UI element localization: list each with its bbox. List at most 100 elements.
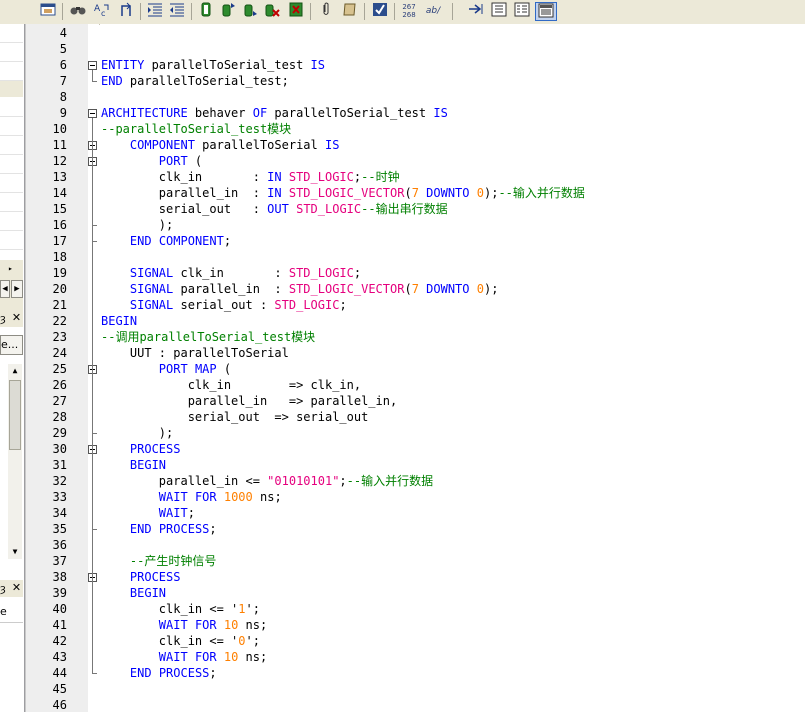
list-item[interactable] [0,98,23,117]
code-line[interactable]: SIGNAL clk_in : STD_LOGIC; [101,265,361,281]
scroll-up-icon[interactable]: ▲ [8,364,22,378]
code-line[interactable]: WAIT FOR 10 ns; [101,617,267,633]
panel-icon[interactable] [535,2,557,21]
list-item[interactable] [0,231,23,250]
attach-icon[interactable] [316,2,336,21]
code-token: IS [324,138,340,152]
window-icon[interactable] [38,2,58,21]
fold-toggle-icon[interactable] [88,61,97,70]
code-token: ARCHITECTURE [101,106,188,120]
word-wrap-icon[interactable]: ab/ [422,2,444,21]
code-line[interactable]: WAIT FOR 10 ns; [101,649,267,665]
list-item[interactable] [0,24,23,43]
code-line[interactable]: parallel_in : IN STD_LOGIC_VECTOR(7 DOWN… [101,185,585,201]
code-line[interactable]: BEGIN [101,585,166,601]
clear-icon[interactable] [286,2,306,21]
code-line[interactable]: WAIT FOR 1000 ns; [101,489,282,505]
code-line[interactable]: COMPONENT parallelToSerial IS [101,137,340,153]
code-line[interactable]: --调用parallelToSerial_test模块 [101,329,315,345]
code-line[interactable]: END PROCESS; [101,521,217,537]
scroll-icon[interactable] [340,2,360,21]
code-line[interactable]: clk_in <= '0'; [101,633,260,649]
indent-icon[interactable] [145,2,165,21]
bookmark-next-icon[interactable] [240,2,260,21]
code-line[interactable]: UUT : parallelToSerial [101,345,289,361]
code-line[interactable]: clk_in <= '1'; [101,601,260,617]
code-line[interactable]: --产生时钟信号 [101,553,216,569]
line-number: 31 [52,458,67,472]
close-icon[interactable]: ✕ [11,582,22,593]
code-line[interactable]: PORT MAP ( [101,361,231,377]
scroll-left-button[interactable]: ◀ [0,280,10,298]
code-line[interactable]: END parallelToSerial_test; [101,73,289,89]
bookmark-clear-icon[interactable] [262,2,282,21]
code-token: --parallelToSerial_test模块 [101,122,292,136]
panel-button[interactable]: e... [0,335,23,355]
list-item[interactable] [0,212,23,231]
fold-guide-end [92,241,97,242]
code-line[interactable]: ARCHITECTURE behaver OF parallelToSerial… [101,105,448,121]
list-item[interactable] [0,193,23,212]
code-line[interactable]: PORT ( [101,153,202,169]
panel-tab-2[interactable]: ȝ ✕ [0,580,23,597]
code-line[interactable]: ); [101,217,173,233]
code-line[interactable]: BEGIN [101,457,166,473]
outdent-icon[interactable] [167,2,187,21]
bookmark-prev-icon[interactable] [218,2,238,21]
code-line[interactable]: ENTITY parallelToSerial_test IS [101,57,325,73]
code-line[interactable]: clk_in => clk_in, [101,377,361,393]
code-token: serial_out => serial_out [101,410,369,424]
code-line[interactable]: PROCESS [101,569,181,585]
find-replace-icon[interactable]: Ac [92,2,112,21]
vertical-scrollbar[interactable]: ▲ ▼ [8,364,22,559]
code-token: ns; [238,650,268,664]
code-line[interactable]: PROCESS [101,441,181,457]
fold-toggle-icon[interactable] [88,109,97,118]
code-line[interactable]: serial_out => serial_out [101,409,369,425]
goto-icon[interactable] [116,2,136,21]
code-token: ( [187,154,203,168]
scroll-down-icon[interactable]: ▼ [8,545,22,559]
code-line[interactable]: --parallelToSerial_test模块 [101,121,291,137]
spellcheck-icon[interactable] [370,2,390,21]
code-token: END [129,234,152,248]
scroll-right-small-icon[interactable]: ▸ [8,264,13,273]
code-line[interactable]: WAIT; [101,505,195,521]
code-line[interactable]: parallel_in <= "01010101";--输入并行数据 [101,473,433,489]
code-line[interactable]: SIGNAL serial_out : STD_LOGIC; [101,297,347,313]
list-item[interactable] [0,174,23,193]
close-icon[interactable]: ✕ [11,312,22,323]
line-numbers-icon[interactable]: 267 268 [398,2,420,21]
find-icon[interactable] [68,2,88,21]
code-line[interactable]: END PROCESS; [101,665,217,681]
line-number: 35 [52,522,67,536]
line-number: 15 [52,202,67,216]
list-item[interactable] [0,117,23,136]
code-token: OF [252,106,268,120]
list-item[interactable] [0,43,23,62]
code-token: OUT [267,202,289,216]
code-line[interactable]: SIGNAL parallel_in : STD_LOGIC_VECTOR(7 … [101,281,499,297]
scroll-thumb[interactable] [9,380,21,450]
bookmark-icon[interactable] [196,2,216,21]
panel-tab[interactable]: ȝ ✕ [0,310,23,327]
code-token: PORT [158,362,188,376]
scroll-right-button[interactable]: ▶ [11,280,23,298]
line-number: 40 [52,602,67,616]
list-item[interactable] [0,155,23,174]
code-line[interactable]: clk_in : IN STD_LOGIC;--时钟 [101,169,400,185]
code-line[interactable]: END COMPONENT; [101,233,231,249]
panel-item[interactable]: e [0,602,23,623]
list-alt-icon[interactable] [512,2,532,21]
code-line[interactable]: serial_out : OUT STD_LOGIC--输出串行数据 [101,201,448,217]
code-line[interactable]: ); [101,425,173,441]
list-item[interactable] [0,62,23,81]
code-line[interactable]: BEGIN [101,313,137,329]
list-item[interactable] [0,136,23,155]
list-icon[interactable] [489,2,509,21]
code-line[interactable]: parallel_in => parallel_in, [101,393,398,409]
arrow-right-icon[interactable] [466,2,486,21]
